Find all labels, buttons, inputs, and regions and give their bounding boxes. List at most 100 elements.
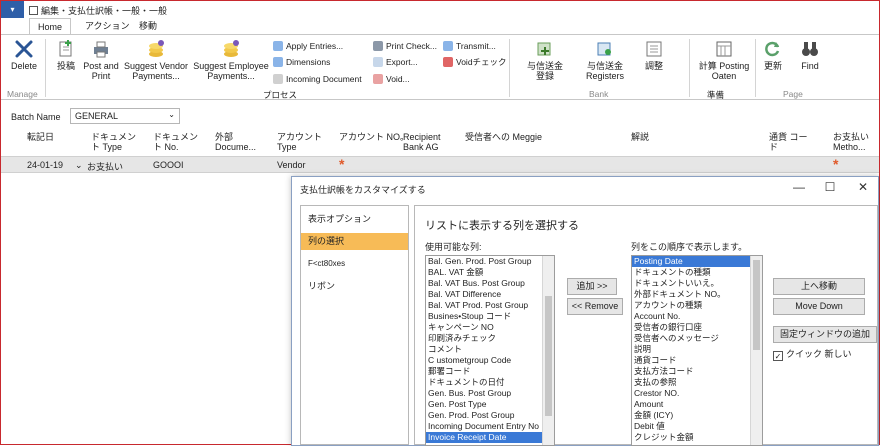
available-item[interactable]: キャンペーン NO: [426, 322, 554, 333]
shown-item[interactable]: 外部ドキュメント NO。: [632, 289, 762, 300]
ribbon-separator: [45, 39, 46, 97]
column-header-account-no[interactable]: アカウント NO。: [339, 132, 409, 142]
quick-entry-checkbox[interactable]: ✓ クイック 新しい: [773, 347, 852, 361]
column-header-document-no[interactable]: ドキュメント No.: [153, 132, 205, 152]
remove-column-button[interactable]: << Remove: [567, 298, 623, 315]
available-item[interactable]: Gen. Prod. Post Group: [426, 410, 554, 421]
nav-factboxes[interactable]: F<ct80xes: [301, 255, 408, 272]
column-header-description[interactable]: 解説: [631, 132, 649, 142]
column-header-message-to-recipient[interactable]: 受信者への Meggie: [465, 132, 542, 142]
shown-item[interactable]: ドキュメントの種類: [632, 267, 762, 278]
shown-item[interactable]: 支払方法コード: [632, 366, 762, 377]
transmit-button[interactable]: Transmit...: [443, 40, 496, 52]
available-item[interactable]: ドキュメントの日付: [426, 377, 554, 388]
tab-home[interactable]: Home: [29, 18, 72, 35]
batch-name-select[interactable]: GENERAL ⌄: [70, 108, 180, 124]
column-header-external-document[interactable]: 外部 Docume...: [215, 132, 267, 152]
column-header-account-type[interactable]: アカウント Type: [277, 132, 329, 152]
shown-list-scrollbar[interactable]: [750, 256, 762, 445]
available-item[interactable]: Bal. VAT Bus. Post Group: [426, 278, 554, 289]
shown-item[interactable]: 通貨コード: [632, 355, 762, 366]
shown-item[interactable]: Posting Date: [632, 256, 762, 267]
shown-item[interactable]: Debit 値: [632, 421, 762, 432]
shown-item[interactable]: 支払の参照: [632, 377, 762, 388]
suggest-vendor-payments-button[interactable]: Suggest Vendor Payments...: [123, 39, 189, 81]
find-button[interactable]: Find: [799, 39, 821, 71]
column-header-posting-date[interactable]: 転記日: [27, 132, 54, 142]
add-column-button[interactable]: 追加 >>: [567, 278, 617, 295]
maximize-icon[interactable]: ☐: [823, 180, 837, 194]
minimize-icon[interactable]: —: [792, 180, 806, 194]
dimensions-button[interactable]: Dimensions: [273, 56, 330, 68]
column-header-payment-method[interactable]: お支払い Metho...: [833, 132, 877, 152]
reconcile-button[interactable]: 調整: [641, 39, 667, 71]
available-item[interactable]: Bal. Gen. Prod. Post Group: [426, 256, 554, 267]
post-button[interactable]: 投稿: [53, 39, 79, 71]
shown-item[interactable]: Crestor NO.: [632, 388, 762, 399]
available-item[interactable]: Incoming Document Entry No: [426, 421, 554, 432]
available-item[interactable]: コメント: [426, 344, 554, 355]
nav-display-options[interactable]: 表示オプション: [301, 211, 408, 228]
column-header-currency-code[interactable]: 通貨 コード: [769, 132, 809, 152]
add-freeze-pane-button[interactable]: 固定ウィンドウの追加: [773, 326, 877, 343]
available-item[interactable]: 郵署コード: [426, 366, 554, 377]
cell-posting-date[interactable]: 24-01-19: [27, 160, 63, 170]
shown-item[interactable]: 受信者へのメッセージ: [632, 333, 762, 344]
cell-document-no[interactable]: GOOOI: [153, 160, 184, 170]
close-icon[interactable]: ✕: [856, 180, 870, 194]
shown-item[interactable]: 受信者の銀行口座: [632, 322, 762, 333]
tab-actions[interactable]: アクション: [77, 18, 138, 35]
shown-item[interactable]: Amount: [632, 399, 762, 410]
cell-document-type[interactable]: お支払い: [87, 160, 123, 173]
available-list-scrollbar[interactable]: [542, 256, 554, 445]
journal-icon: [29, 6, 38, 15]
available-item[interactable]: Bal. VAT Difference: [426, 289, 554, 300]
move-up-button[interactable]: 上へ移動: [773, 278, 865, 295]
available-item[interactable]: 印刷済みチェック: [426, 333, 554, 344]
available-item[interactable]: Gen. Post Type: [426, 399, 554, 410]
payment-registers-button[interactable]: 与信送金 Registers: [579, 39, 631, 81]
shown-item[interactable]: 金額 (ICY): [632, 410, 762, 421]
scrollbar-thumb[interactable]: [545, 296, 552, 416]
print-check-button[interactable]: Print Check...: [373, 40, 437, 52]
delete-button[interactable]: Delete: [9, 39, 39, 71]
export-button[interactable]: Export...: [373, 56, 418, 68]
void-button[interactable]: Void...: [373, 73, 410, 85]
coins-icon: [221, 39, 241, 59]
nav-choose-columns[interactable]: 列の選択: [301, 233, 408, 250]
tab-navigate[interactable]: 移動: [131, 18, 165, 35]
available-item[interactable]: BAL. VAT 金額: [426, 267, 554, 278]
shown-columns-list[interactable]: Posting Date ドキュメントの種類 ドキュメントいいえ。 外部ドキュメント …: [631, 255, 763, 446]
shown-item[interactable]: クレジット金額: [632, 432, 762, 443]
available-item[interactable]: Gen. Bus. Post Group: [426, 388, 554, 399]
suggest-employee-payments-button[interactable]: Suggest Employee Payments...: [193, 39, 269, 81]
payment-registration-button[interactable]: 与信送金登録: [525, 39, 565, 81]
column-header-document-type[interactable]: ドキュメント Type: [91, 132, 143, 152]
export-icon: [373, 57, 383, 67]
bank-registers-icon: [595, 39, 615, 59]
available-item[interactable]: Invoice Receipt Date: [426, 432, 554, 443]
incoming-document-button[interactable]: Incoming Document: [273, 73, 362, 85]
column-header-recipient-bank[interactable]: Recipient Bank AG: [403, 132, 459, 152]
shown-item[interactable]: 説明: [632, 344, 762, 355]
nav-ribbon[interactable]: リボン: [301, 278, 408, 295]
system-menu-icon[interactable]: ▾: [1, 1, 24, 18]
scrollbar-thumb[interactable]: [753, 260, 760, 350]
apply-entries-button[interactable]: Apply Entries...: [273, 40, 343, 52]
cell-account-type[interactable]: Vendor: [277, 160, 306, 170]
shown-item[interactable]: アカウントの種類: [632, 300, 762, 311]
shown-item[interactable]: Account No.: [632, 311, 762, 322]
post-and-print-button[interactable]: Post and Print: [83, 39, 119, 81]
dialog-nav: 表示オプション 列の選択 F<ct80xes リボン: [300, 205, 409, 445]
calculate-posting-date-button[interactable]: 計算 Posting Oaten: [693, 39, 755, 81]
chevron-down-icon[interactable]: ⌄: [75, 160, 83, 171]
available-item[interactable]: Busines•Stoup コード: [426, 311, 554, 322]
move-down-button[interactable]: Move Down: [773, 298, 865, 315]
available-columns-list[interactable]: Bal. Gen. Prod. Post Group BAL. VAT 金額 Bal…: [425, 255, 555, 446]
shown-item[interactable]: ドキュメントいいえ。: [632, 278, 762, 289]
void-check-button[interactable]: Voidチェック: [443, 56, 507, 68]
available-item[interactable]: Bal. VAT Prod. Post Group: [426, 300, 554, 311]
refresh-button[interactable]: 更新: [761, 39, 785, 71]
available-item[interactable]: C ustometgroup Code: [426, 355, 554, 366]
table-row[interactable]: 24-01-19 ⌄ お支払い GOOOI Vendor * *: [1, 156, 879, 173]
